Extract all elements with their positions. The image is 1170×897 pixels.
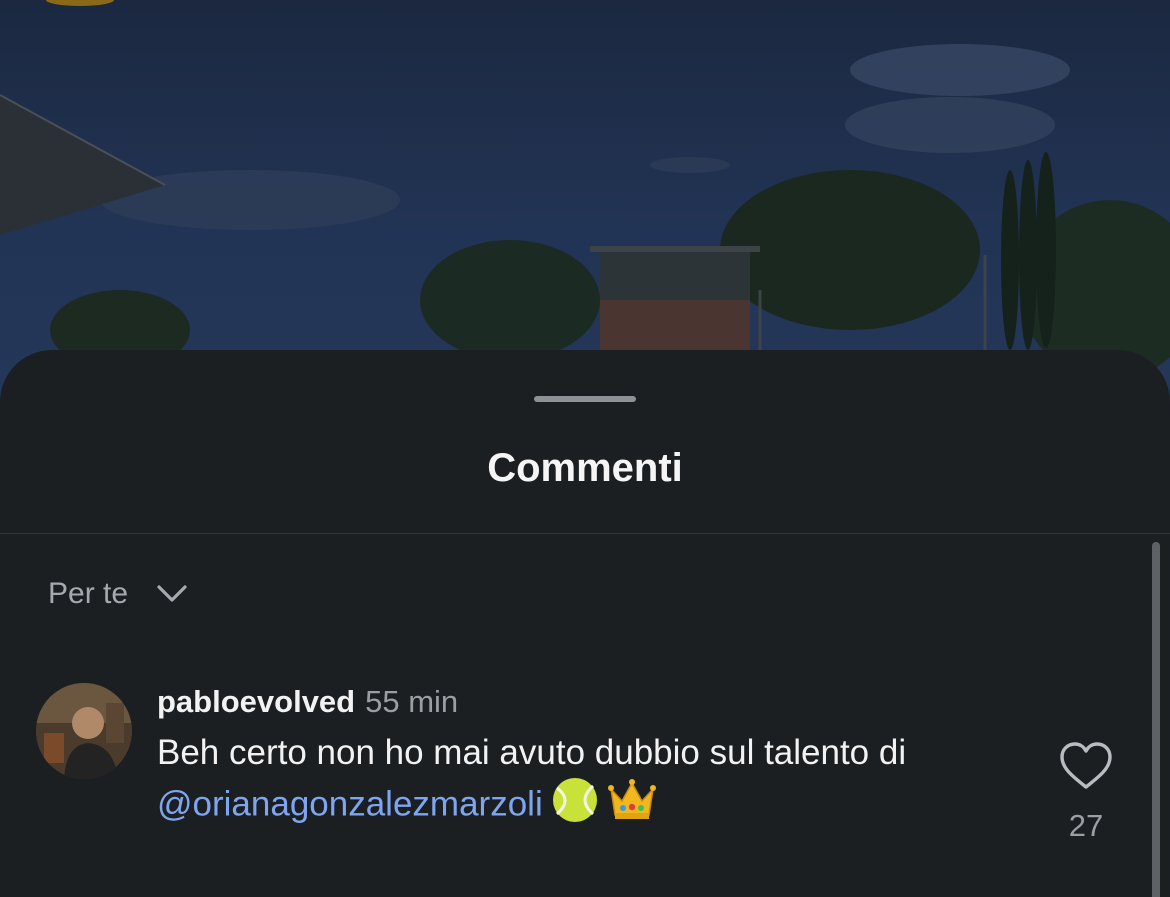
comment-username[interactable]: pabloevolved — [157, 684, 355, 719]
comment-body: Beh certo non ho mai avuto dubbio sul ta… — [157, 733, 907, 772]
comment-text: Beh certo non ho mai avuto dubbio sul ta… — [157, 730, 1037, 836]
sheet-grabber[interactable] — [534, 396, 636, 402]
app-root: Commenti Per te pabloevolved 55 min Beh … — [0, 0, 1170, 897]
sheet-title: Commenti — [487, 446, 683, 490]
avatar[interactable] — [36, 683, 132, 779]
sort-dropdown-button[interactable]: Per te — [48, 572, 188, 616]
comment-item: pabloevolved 55 min Beh certo non ho mai … — [0, 680, 1170, 880]
tennis-ball-icon — [551, 776, 599, 836]
header-divider — [0, 533, 1170, 534]
comment-header: pabloevolved 55 min — [157, 680, 458, 724]
comment-timestamp: 55 min — [365, 684, 459, 719]
like-count: 27 — [1068, 808, 1104, 843]
comments-sheet: Commenti Per te pabloevolved 55 min Beh … — [0, 350, 1170, 897]
sort-label: Per te — [48, 577, 129, 610]
chevron-down-icon — [156, 584, 188, 604]
heart-icon[interactable] — [1058, 740, 1114, 792]
crown-icon — [607, 777, 657, 835]
comment-mention-link[interactable]: @orianagonzalezmarzoli — [157, 784, 543, 823]
